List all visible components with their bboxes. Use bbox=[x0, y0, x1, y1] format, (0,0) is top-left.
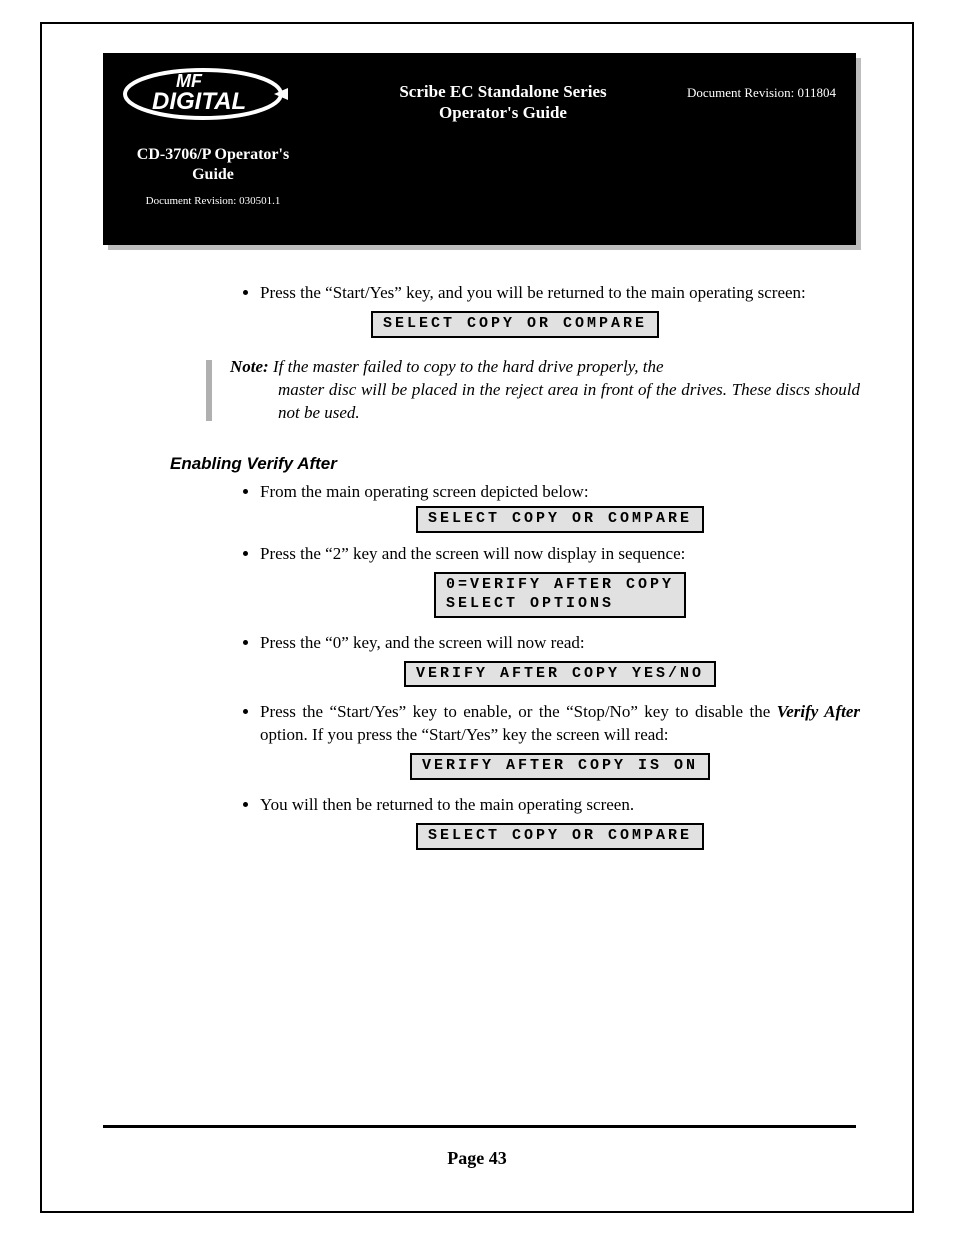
bullet-item: You will then be returned to the main op… bbox=[260, 794, 860, 850]
footer-rule bbox=[103, 1125, 856, 1128]
header-title-line1: Scribe EC Standalone Series bbox=[399, 82, 606, 101]
note-text: Note: If the master failed to copy to th… bbox=[230, 356, 860, 425]
verify-after-emphasis: Verify After bbox=[777, 702, 860, 721]
section-heading: Enabling Verify After bbox=[170, 453, 860, 476]
content-area: Press the “Start/Yes” key, and you will … bbox=[170, 282, 860, 864]
lcd-display: SELECT COPY OR COMPARE bbox=[371, 311, 659, 338]
bullet-item: Press the “0” key, and the screen will n… bbox=[260, 632, 860, 688]
bullet-text: Press the “Start/Yes” key to enable, or … bbox=[260, 702, 777, 721]
bullet-item: Press the “Start/Yes” key to enable, or … bbox=[260, 701, 860, 780]
lcd-display: SELECT COPY OR COMPARE bbox=[416, 506, 704, 533]
bullet-text: Press the “0” key, and the screen will n… bbox=[260, 633, 585, 652]
header-bar: MF DIGITAL Scribe EC Standalone Series O… bbox=[103, 53, 856, 245]
note-label: Note: bbox=[230, 357, 269, 376]
lcd-display: SELECT COPY OR COMPARE bbox=[416, 823, 704, 850]
logo-text-bottom: DIGITAL bbox=[152, 88, 246, 115]
bullet-text: Press the “Start/Yes” key, and you will … bbox=[260, 283, 806, 302]
note-block: Note: If the master failed to copy to th… bbox=[206, 356, 860, 425]
header-sub-revision: Document Revision: 030501.1 bbox=[113, 195, 313, 207]
bullet-text: Press the “2” key and the screen will no… bbox=[260, 544, 685, 563]
lcd-display: VERIFY AFTER COPY IS ON bbox=[410, 753, 710, 780]
bullet-text: You will then be returned to the main op… bbox=[260, 795, 634, 814]
mf-digital-logo: MF DIGITAL bbox=[113, 59, 293, 129]
header-title: Scribe EC Standalone Series Operator's G… bbox=[343, 81, 663, 124]
bullet-item: Press the “Start/Yes” key, and you will … bbox=[260, 282, 860, 305]
lcd-display: 0=VERIFY AFTER COPY SELECT OPTIONS bbox=[434, 572, 686, 618]
lcd-display: VERIFY AFTER COPY YES/NO bbox=[404, 661, 716, 688]
header-sub-title: CD-3706/P Operator's Guide bbox=[113, 145, 313, 185]
header-sub-block: CD-3706/P Operator's Guide Document Revi… bbox=[113, 145, 313, 207]
header-revision-right: Document Revision: 011804 bbox=[687, 85, 836, 101]
bullet-text: From the main operating screen depicted … bbox=[260, 482, 589, 501]
bullet-item: Press the “2” key and the screen will no… bbox=[260, 543, 860, 617]
logo-icon: MF DIGITAL bbox=[118, 63, 288, 125]
bullet-item: From the main operating screen depicted … bbox=[260, 481, 860, 533]
note-bar-icon bbox=[206, 360, 212, 421]
page-number: Page 43 bbox=[0, 1148, 954, 1169]
header-title-line2: Operator's Guide bbox=[439, 103, 567, 122]
